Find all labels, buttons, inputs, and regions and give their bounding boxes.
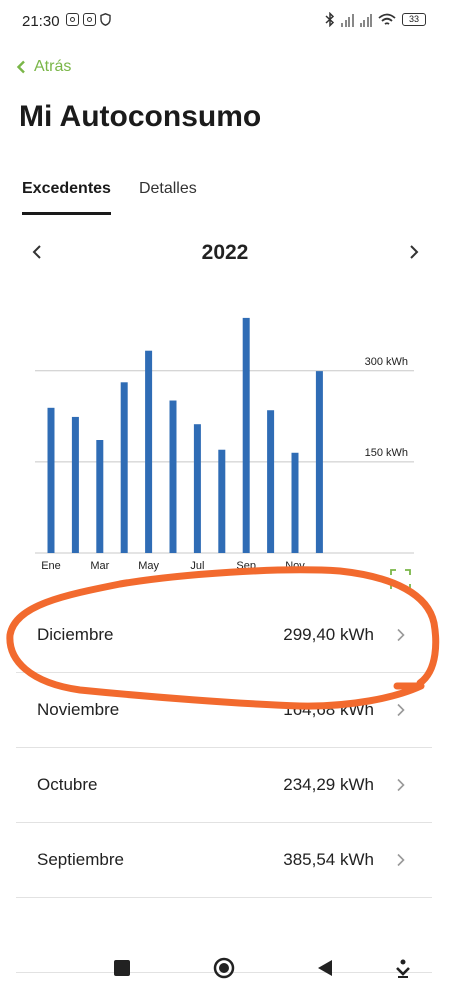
shield-icon — [100, 13, 111, 26]
recents-icon[interactable] — [113, 959, 131, 977]
tabs: Excedentes Detalles — [22, 180, 197, 215]
system-nav-bar — [0, 945, 450, 1000]
bluetooth-icon — [325, 12, 335, 27]
instagram-icon — [83, 13, 96, 26]
bar-ago[interactable] — [218, 449, 226, 553]
back-label: Atrás — [34, 58, 72, 75]
month-label: Noviembre — [37, 700, 120, 719]
status-icons: 33 — [325, 12, 426, 27]
y-gridline-label: 300 kWh — [365, 356, 408, 368]
accessibility-icon[interactable] — [395, 959, 411, 979]
month-label: Octubre — [37, 775, 98, 794]
expand-icon[interactable] — [390, 569, 411, 589]
x-tick-label: Ene — [41, 560, 61, 572]
instagram-icon — [66, 13, 79, 26]
bar-may[interactable] — [145, 350, 153, 553]
list-item[interactable]: Octubre 234,29 kWh — [16, 748, 432, 823]
signal-icon — [359, 13, 372, 27]
bar-abr[interactable] — [120, 382, 128, 553]
chevron-right-icon — [397, 778, 405, 792]
page-title: Mi Autoconsumo — [19, 100, 262, 133]
list-item[interactable]: Diciembre 299,40 kWh — [16, 598, 432, 673]
back-button[interactable]: Atrás — [16, 58, 71, 76]
month-label: Diciembre — [37, 625, 114, 644]
chevron-right-icon[interactable] — [404, 242, 424, 262]
x-tick-label: Sep — [236, 560, 256, 572]
bar-dic[interactable] — [315, 371, 323, 553]
x-tick-label: Mar — [90, 560, 109, 572]
signal-icon — [341, 13, 354, 27]
bar-feb[interactable] — [71, 416, 79, 553]
month-label: Septiembre — [37, 850, 124, 869]
bar-mar[interactable] — [96, 440, 104, 553]
bar-chart: 300 kWh 150 kWh Ene Mar May Jul Sep Nov — [35, 317, 414, 589]
bar-nov[interactable] — [291, 452, 299, 553]
y-gridline-label: 150 kWh — [365, 447, 408, 459]
tab-excedentes[interactable]: Excedentes — [22, 180, 111, 215]
x-tick-label: May — [138, 560, 159, 572]
energy-value: 299,40 kWh — [283, 625, 374, 644]
tab-detalles[interactable]: Detalles — [139, 180, 197, 215]
bar-ene[interactable] — [47, 407, 55, 553]
x-tick-label: Jul — [190, 560, 204, 572]
status-time: 21:30 — [22, 13, 60, 30]
bar-jun[interactable] — [169, 400, 177, 553]
energy-value: 385,54 kWh — [283, 850, 374, 869]
home-icon[interactable] — [213, 957, 235, 979]
wifi-icon — [378, 13, 396, 25]
bar-sep[interactable] — [242, 317, 250, 553]
chevron-right-icon — [397, 853, 405, 867]
notification-icons — [66, 13, 111, 26]
chevron-left-icon — [16, 60, 25, 74]
chevron-right-icon — [397, 703, 405, 717]
list-item[interactable]: Noviembre 164,68 kWh — [16, 673, 432, 748]
x-tick-label: Nov — [285, 560, 305, 572]
battery-icon: 33 — [402, 13, 426, 26]
year-navigation: 2022 — [0, 238, 450, 270]
chevron-right-icon — [397, 628, 405, 642]
bar-jul[interactable] — [193, 424, 201, 553]
year-label: 2022 — [201, 241, 249, 264]
bar-oct[interactable] — [267, 410, 275, 553]
energy-value: 164,68 kWh — [283, 700, 374, 719]
list-item[interactable]: Septiembre 385,54 kWh — [16, 823, 432, 898]
monthly-list: Diciembre 299,40 kWh Noviembre 164,68 kWh Oc… — [16, 598, 432, 973]
energy-value: 234,29 kWh — [283, 775, 374, 794]
status-bar: 21:30 33 — [0, 0, 450, 44]
back-nav-icon[interactable] — [316, 959, 334, 977]
